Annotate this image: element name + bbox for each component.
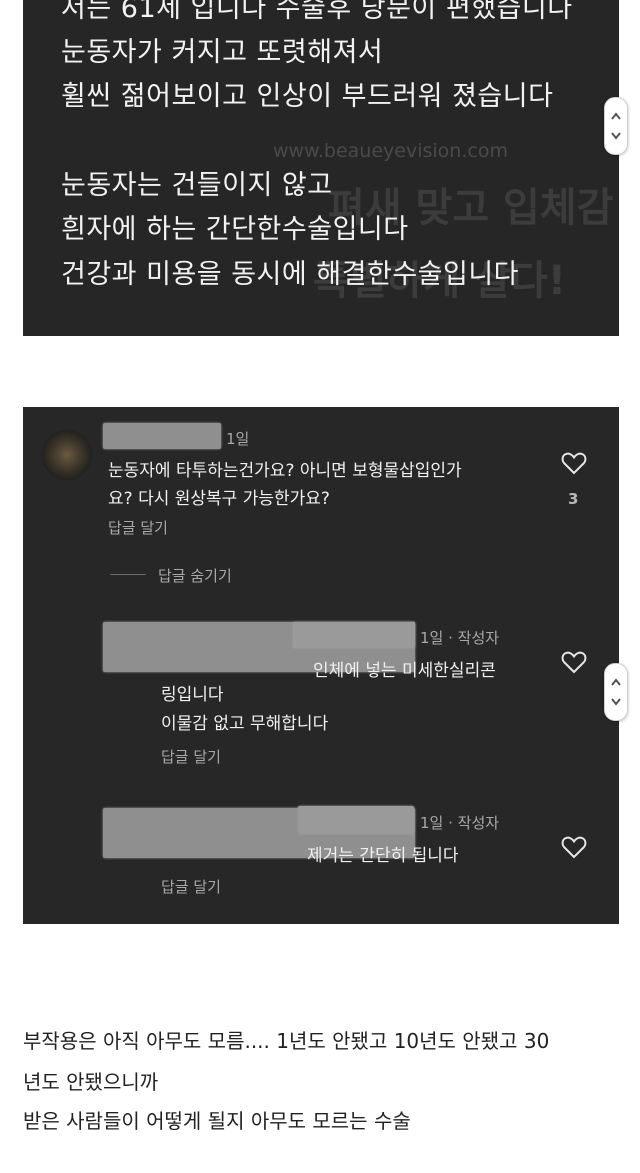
comments-panel: 1일 눈동자에 타투하는건가요? 아니면 보형물삽입인가 요? 다시 원상복구 … xyxy=(23,407,619,924)
reply-username-redacted xyxy=(298,806,414,834)
reply-button[interactable]: 답글 달기 xyxy=(161,746,221,767)
ad-text-line: 건강과 미용을 동시에 해결한수술입니다 xyxy=(61,259,520,290)
comment-text: 눈동자에 타투하는건가요? 아니면 보형물삽입인가 xyxy=(108,461,462,481)
reply-text: 제거는 간단히 됩니다 xyxy=(307,846,459,866)
like-count: 3 xyxy=(568,490,579,508)
chevron-up-down-icon xyxy=(611,112,621,140)
ad-text-line: 눈동자가 커지고 또렷해져서 xyxy=(61,37,384,68)
scroll-control[interactable] xyxy=(604,663,628,721)
ad-text-line: 흰자에 하는 간단한수술입니다 xyxy=(61,214,409,245)
reply-time: 1일 · 작성자 xyxy=(420,814,500,832)
divider xyxy=(110,574,146,575)
ad-text-line: 저는 61세 입니다 수술후 당분이 편했습니다 xyxy=(61,0,573,24)
ad-watermark: www.beaueyevision.com xyxy=(273,140,508,162)
heart-icon[interactable] xyxy=(561,451,587,475)
reply-username-redacted xyxy=(293,622,415,648)
reply-time: 1일 · 작성자 xyxy=(420,629,500,647)
heart-icon[interactable] xyxy=(561,650,587,674)
scroll-control[interactable] xyxy=(604,97,628,155)
comment-text: 요? 다시 원상복구 가능한가요? xyxy=(108,489,330,509)
comment-time: 1일 xyxy=(226,430,250,448)
reply-text: 인체에 넣는 미세한실리콘 xyxy=(313,661,496,681)
chevron-up-down-icon xyxy=(611,678,621,706)
ad-image-panel: 펴새 맞고 입체감 특별하게 살다! www.beaueyevision.com… xyxy=(23,0,619,336)
username-redacted xyxy=(103,423,221,449)
avatar[interactable] xyxy=(42,430,92,480)
reply-button[interactable]: 답글 달기 xyxy=(161,876,221,897)
reply-text: 링입니다 xyxy=(161,685,224,705)
reply-button[interactable]: 답글 달기 xyxy=(108,517,168,538)
ad-text-line: 눈동자는 건들이지 않고 xyxy=(61,170,333,201)
caption-line: 받은 사람들이 어떻게 될지 아무도 모르는 수술 xyxy=(23,1109,411,1133)
caption-line: 부작용은 아직 아무도 모름.... 1년도 안됐고 10년도 안됐고 30 xyxy=(23,1029,550,1053)
caption-line: 년도 안됐으니까 xyxy=(23,1070,159,1094)
ad-text-line: 휠씬 젊어보이고 인상이 부드러워 졌습니다 xyxy=(61,81,554,112)
reply-text: 이물감 없고 무해합니다 xyxy=(161,714,329,734)
heart-icon[interactable] xyxy=(561,835,587,859)
hide-replies-button[interactable]: 답글 숨기기 xyxy=(158,565,232,586)
